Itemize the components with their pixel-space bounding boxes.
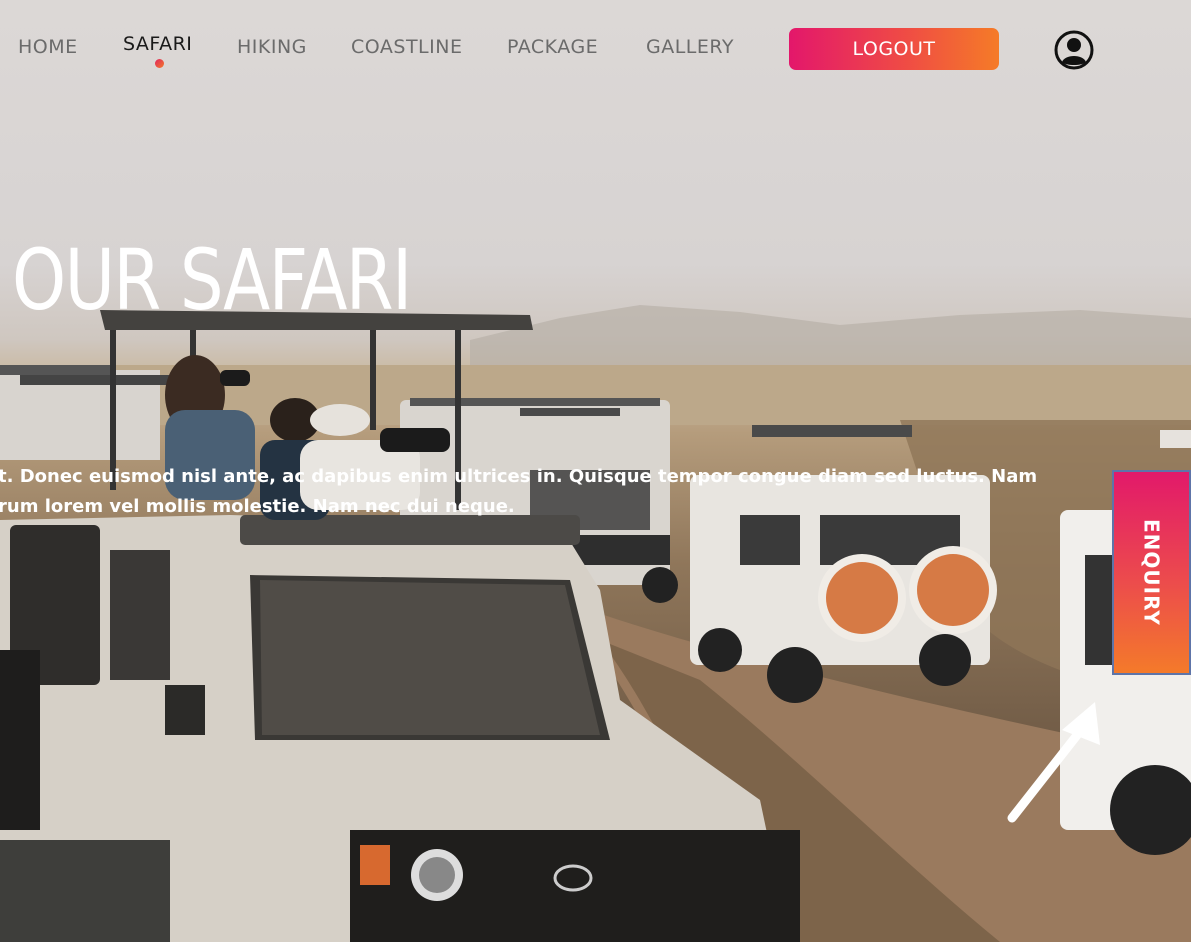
logout-button-label: LOGOUT (852, 38, 936, 60)
nav-item-home[interactable]: HOME (18, 36, 78, 58)
nav-item-package[interactable]: PACKAGE (507, 36, 598, 58)
nav-item-safari[interactable]: SAFARI (123, 33, 192, 55)
active-indicator-dot (155, 59, 164, 68)
nav-item-gallery[interactable]: GALLERY (646, 36, 734, 58)
hero-description: t. Donec euismod nisl ante, ac dapibus e… (0, 462, 1058, 522)
enquiry-button-label: ENQUIRY (1139, 519, 1164, 626)
enquiry-button[interactable]: ENQUIRY (1112, 470, 1191, 675)
main-navigation: HOME SAFARI HIKING COASTLINE PACKAGE GAL… (0, 0, 1191, 100)
hero-description-line-1: t. Donec euismod nisl ante, ac dapibus e… (0, 466, 1038, 487)
hero-description-line-2: rum lorem vel mollis molestie. Nam nec d… (0, 496, 515, 517)
page-title: OUR SAFARI (12, 231, 412, 329)
user-circle-icon[interactable] (1053, 29, 1095, 71)
nav-item-hiking[interactable]: HIKING (237, 36, 307, 58)
arrow-up-right-icon (1007, 702, 1100, 823)
logout-button[interactable]: LOGOUT (789, 28, 999, 70)
nav-item-coastline[interactable]: COASTLINE (351, 36, 462, 58)
